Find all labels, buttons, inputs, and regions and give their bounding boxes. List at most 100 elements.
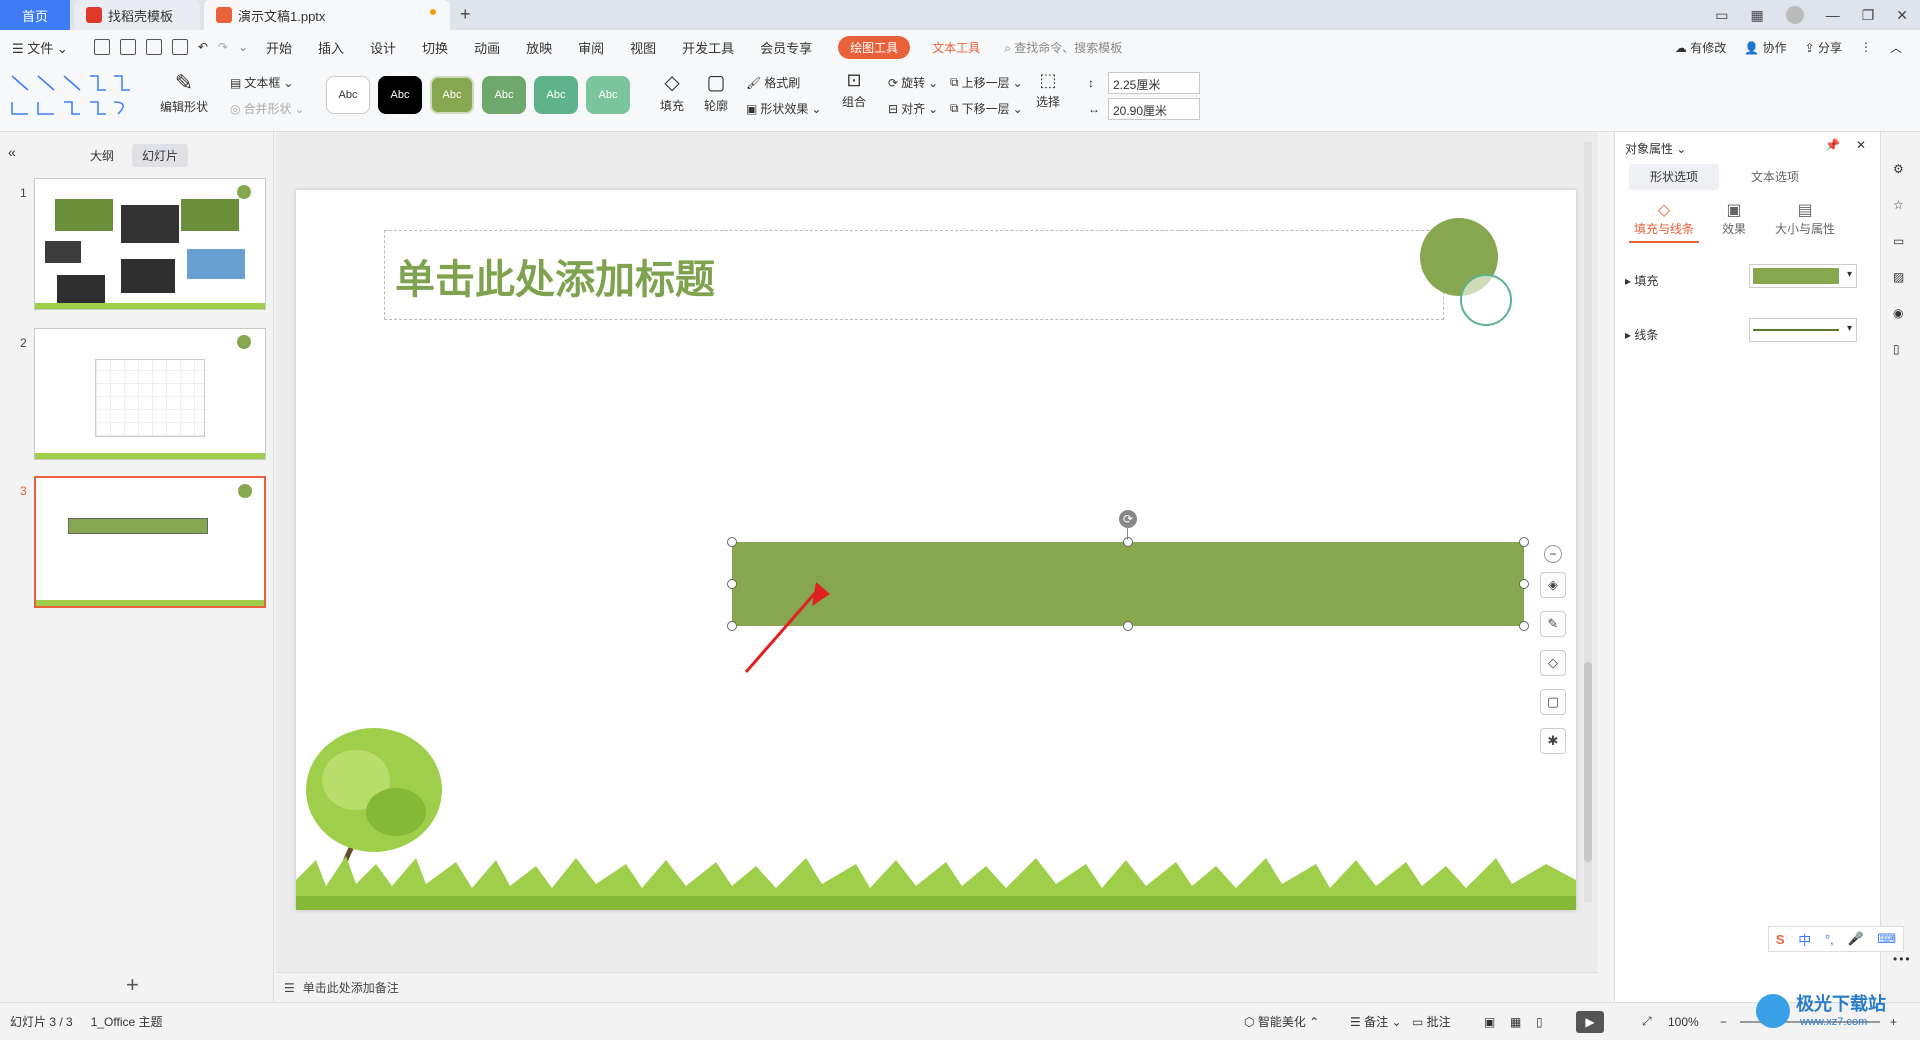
undo-icon[interactable]: ↶ [198,40,208,54]
style-mint[interactable]: Abc [586,76,630,114]
pen-icon[interactable]: ✎ [1540,611,1566,637]
scrollbar-thumb[interactable] [1584,662,1592,862]
fill-color-select[interactable]: ▾ [1749,264,1857,288]
tab-home[interactable]: 首页 [0,0,70,30]
properties-icon[interactable]: ⚙ [1893,162,1904,176]
play-slideshow-icon[interactable]: ▶ [1576,1010,1604,1033]
outline-button[interactable]: ▢ 轮廓 [704,70,728,114]
textbox-button[interactable]: ▤ 文本框 ⌄ [230,74,293,91]
redo-icon[interactable]: ↷ [218,40,228,54]
add-slide-icon[interactable]: + [126,972,139,998]
bring-forward-button[interactable]: ⧉ 上移一层 ⌄ [950,74,1023,91]
style-teal[interactable]: Abc [534,76,578,114]
resize-handle[interactable] [1519,579,1529,589]
tab-shape-options[interactable]: 形状选项 [1629,164,1719,190]
menu-file[interactable]: ☰ 文件 ⌄ [12,38,68,57]
shape-effect-button[interactable]: ▣ 形状效果 ⌄ [746,100,821,117]
tab-template[interactable]: 找稻壳模板 [74,0,200,30]
export-icon[interactable] [119,39,136,55]
collab-button[interactable]: 👤 协作 [1744,39,1786,56]
notes-button[interactable]: ☰ 备注 ⌄ [1350,1013,1402,1030]
rotate-handle-icon[interactable]: ⟳ [1119,510,1137,528]
slide-thumbnail-1[interactable] [34,178,266,310]
menu-design[interactable]: 设计 [370,38,396,57]
style-green[interactable]: Abc [482,76,526,114]
line-section-toggle[interactable]: ▸ 线条 [1625,326,1658,343]
style-olive[interactable]: Abc [430,76,474,114]
location-icon[interactable]: ◉ [1893,306,1903,320]
edit-shape-button[interactable]: ✎ 编辑形状 [160,70,208,115]
subtab-effect[interactable]: ▣ 效果 [1709,200,1759,237]
reading-view-icon[interactable]: ▯ [1536,1015,1543,1029]
sorter-view-icon[interactable]: ▦ [1510,1015,1521,1029]
print-icon[interactable] [145,39,162,55]
theme-name[interactable]: 1_Office 主题 [91,1013,163,1030]
subtab-fill-line[interactable]: ◇ 填充与线条 [1629,200,1699,243]
notes-bar[interactable]: ☰ 单击此处添加备注 [276,972,1598,1002]
slide-thumbnail-3[interactable] [34,476,266,608]
menu-review[interactable]: 审阅 [578,38,604,57]
maximize-icon[interactable]: ❐ [1862,7,1875,24]
tab-text-options[interactable]: 文本选项 [1725,164,1825,190]
close-icon[interactable]: ✕ [1896,7,1908,24]
menu-slideshow[interactable]: 放映 [526,38,552,57]
layout-icon[interactable]: ▭ [1715,7,1728,24]
tab-document[interactable]: 演示文稿1.pptx [204,0,450,30]
save-icon[interactable] [93,39,110,55]
book-icon[interactable]: ▯ [1893,342,1900,356]
fit-window-icon[interactable]: ⤢ [1642,1014,1652,1029]
rotate-button[interactable]: ⟳ 旋转 ⌄ [888,74,938,91]
title-placeholder[interactable]: 单击此处添加标题 [384,230,1444,320]
style-white[interactable]: Abc [326,76,370,114]
menu-transition[interactable]: 切换 [422,38,448,57]
animation-icon[interactable]: ☆ [1893,198,1904,212]
zoom-out-icon[interactable]: − [1720,1015,1727,1029]
tab-text-tools[interactable]: 文本工具 [932,39,980,56]
fill-section-toggle[interactable]: ▸ 填充 [1625,272,1658,289]
command-search[interactable]: ⌕ 查找命令、搜索模板 [1004,39,1122,56]
align-button[interactable]: ⊟ 对齐 ⌄ [888,100,938,117]
apps-grid-icon[interactable]: ▦ [1750,7,1763,24]
properties-header[interactable]: 对象属性 ⌄ [1625,140,1686,157]
group-button[interactable]: ⊡ 组合 [842,70,866,110]
normal-view-icon[interactable]: ▣ [1484,1015,1495,1029]
comment-button[interactable]: ▭ 批注 [1412,1013,1451,1030]
share-button[interactable]: ⇪ 分享 [1805,39,1842,56]
collapse-panel-icon[interactable]: « [8,144,16,160]
menu-member[interactable]: 会员专享 [760,38,812,57]
collapse-icon[interactable]: − [1544,545,1562,563]
line-style-select[interactable]: ▾ [1749,318,1857,342]
vertical-scrollbar[interactable] [1584,142,1592,902]
slide-switch-icon[interactable]: ▭ [1893,234,1904,248]
tab-slides[interactable]: 幻灯片 [132,144,189,167]
menu-animation[interactable]: 动画 [474,38,500,57]
menu-insert[interactable]: 插入 [318,38,344,57]
more-icon[interactable]: ••• [1893,952,1912,966]
fill-bucket-icon[interactable]: ◇ [1540,650,1566,676]
resize-handle[interactable] [1519,621,1529,631]
zoom-level[interactable]: 100% [1668,1015,1699,1029]
minimize-icon[interactable]: — [1826,7,1840,23]
line-shapes-gallery[interactable] [8,72,138,124]
format-brush-button[interactable]: 🖌 格式刷 [746,74,800,91]
resize-handle[interactable] [1519,537,1529,547]
resize-handle[interactable] [1123,621,1133,631]
outline-icon[interactable]: ▢ [1540,689,1566,715]
subtab-size[interactable]: ▤ 大小与属性 [1765,200,1845,237]
pin-icon[interactable]: 📌 [1825,138,1840,152]
send-backward-button[interactable]: ⧉ 下移一层 ⌄ [950,100,1023,117]
more-options-icon[interactable]: ⋮ [1860,40,1872,54]
select-button[interactable]: ⬚ 选择 [1036,70,1060,110]
selected-rectangle[interactable] [732,542,1524,626]
shape-width-field[interactable]: 20.90厘米 [1108,98,1200,120]
close-panel-icon[interactable]: ✕ [1856,138,1866,152]
menu-developer[interactable]: 开发工具 [682,38,734,57]
style-black[interactable]: Abc [378,76,422,114]
lightbulb-icon[interactable]: ✱ [1540,728,1566,754]
fill-button[interactable]: ◇ 填充 [660,70,684,114]
ime-toolbar[interactable]: S 中 °, 🎤 ⌨ [1768,926,1904,952]
merge-shape-button[interactable]: ◎ 合并形状 ⌄ [230,100,305,117]
menu-view[interactable]: 视图 [630,38,656,57]
modify-button[interactable]: ☁ 有修改 [1675,39,1726,56]
slide-thumbnail-2[interactable] [34,328,266,460]
